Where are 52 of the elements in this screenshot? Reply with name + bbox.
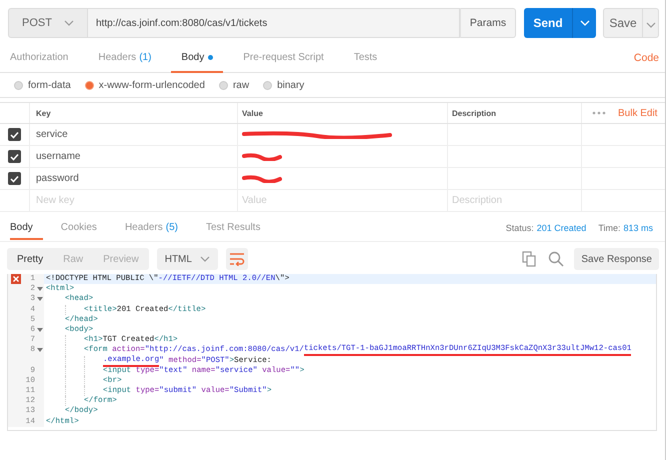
url-field[interactable]: http://cas.joinf.com:8080/cas/v1/tickets (88, 8, 460, 38)
request-tab[interactable]: Pre-request Script (233, 52, 334, 73)
chevron-icon (646, 22, 656, 28)
chevron-icon (200, 256, 210, 262)
params-button[interactable]: Params (460, 8, 516, 38)
format-dropdown[interactable]: HTML (156, 248, 218, 270)
response-tab[interactable]: Test Results (196, 218, 270, 240)
save-response-button[interactable]: Save Response (574, 248, 659, 270)
time-value: 813 ms (623, 223, 653, 233)
bulk-edit-link[interactable]: Bulk Edit (618, 108, 658, 118)
method-dropdown[interactable]: POST (8, 8, 88, 38)
tab-count: (1) (139, 52, 152, 63)
code-link[interactable]: Code (634, 52, 659, 72)
response-tab[interactable]: Body (10, 218, 43, 240)
param-key[interactable]: password (30, 168, 238, 189)
checkbox[interactable] (8, 172, 21, 185)
status-label: Status: (506, 223, 534, 233)
view-mode-tab[interactable]: Pretty (7, 248, 54, 270)
chevron-icon (64, 20, 74, 26)
response-tab[interactable]: Headers (5) (114, 218, 188, 240)
send-button[interactable]: Send (524, 8, 572, 38)
checkbox[interactable] (8, 150, 21, 163)
column-header: Description (448, 103, 582, 123)
more-icon[interactable] (592, 111, 606, 115)
chevron-icon (580, 20, 590, 26)
param-key[interactable]: username (30, 146, 238, 167)
status-value: 201 Created (536, 223, 586, 233)
copy-icon[interactable] (522, 251, 536, 267)
fold-arrow-icon[interactable] (36, 296, 42, 302)
search-icon[interactable] (548, 251, 564, 267)
time-label: Time: (598, 223, 620, 233)
wrap-lines-button[interactable] (226, 248, 248, 270)
body-mode-radio[interactable]: binary (263, 80, 304, 90)
checkbox[interactable] (8, 128, 21, 141)
fold-arrow-icon[interactable] (36, 328, 42, 333)
request-tab[interactable]: Tests (344, 52, 388, 73)
save-button[interactable]: Save (603, 8, 643, 38)
column-header: Key (30, 103, 238, 123)
request-tab[interactable]: Authorization (10, 52, 78, 73)
send-dropdown-button[interactable] (572, 8, 596, 38)
column-header: Value (238, 103, 448, 123)
request-tab[interactable]: Body (171, 52, 224, 73)
param-key[interactable]: service (30, 124, 238, 145)
body-mode-radio[interactable]: raw (218, 80, 250, 90)
save-dropdown-button[interactable] (643, 8, 659, 38)
request-tab[interactable]: Headers (1) (88, 52, 162, 73)
fold-arrow-icon[interactable] (36, 286, 42, 292)
fold-arrow-icon[interactable] (36, 348, 42, 353)
tab-count: (5) (166, 222, 178, 232)
body-mode-radio[interactable]: form-data (14, 80, 71, 90)
body-mode-radio[interactable]: x-www-form-urlencoded (84, 80, 205, 90)
response-tab[interactable]: Cookies (50, 218, 107, 240)
